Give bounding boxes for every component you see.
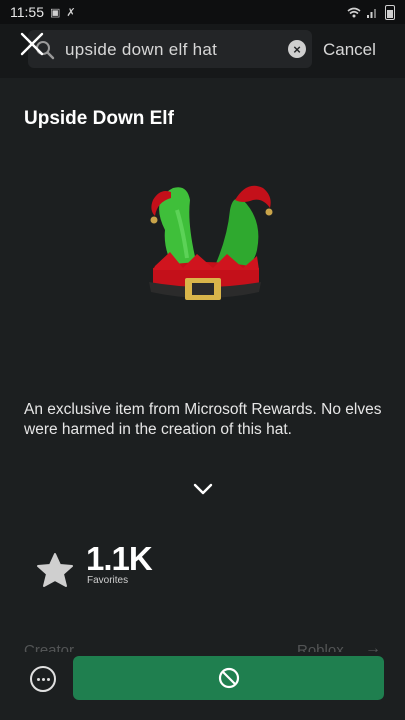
notification-icon: ▣ xyxy=(50,6,61,19)
favorites-label: Favorites xyxy=(87,575,129,586)
more-options-button[interactable] xyxy=(30,666,56,692)
favorites-count: 1.1K xyxy=(86,540,153,577)
search-query: upside down elf hat xyxy=(65,40,218,59)
unavailable-icon xyxy=(218,667,239,689)
favorites-block: 1.1K Favorites xyxy=(36,540,236,600)
cancel-button[interactable]: Cancel xyxy=(323,40,376,60)
signal-muted-icon: ✗ xyxy=(66,6,76,19)
status-left: 11:55 ▣ ✗ xyxy=(10,4,76,20)
dot-icon xyxy=(46,677,50,681)
star-icon[interactable] xyxy=(36,552,74,588)
status-right xyxy=(347,4,395,20)
buy-button[interactable] xyxy=(73,656,384,700)
cell-signal-icon xyxy=(367,8,376,18)
item-description: An exclusive item from Microsoft Rewards… xyxy=(24,401,382,438)
status-time: 11:55 xyxy=(10,4,44,20)
battery-icon xyxy=(385,4,395,20)
bottom-action-bar xyxy=(0,652,405,720)
search-bar: upside down elf hat × Cancel xyxy=(0,24,405,78)
description-fade xyxy=(0,452,405,486)
status-bar: 11:55 ▣ ✗ xyxy=(0,0,405,24)
clear-search-button[interactable]: × xyxy=(288,40,306,58)
dot-icon xyxy=(36,677,40,681)
search-input[interactable]: upside down elf hat × xyxy=(28,30,312,68)
item-title: Upside Down Elf xyxy=(24,108,174,129)
clear-icon: × xyxy=(293,41,301,57)
dot-icon xyxy=(41,677,45,681)
close-icon[interactable] xyxy=(15,27,49,61)
wifi-icon xyxy=(347,7,361,17)
chevron-down-icon[interactable] xyxy=(192,482,214,496)
item-thumbnail xyxy=(149,185,273,300)
